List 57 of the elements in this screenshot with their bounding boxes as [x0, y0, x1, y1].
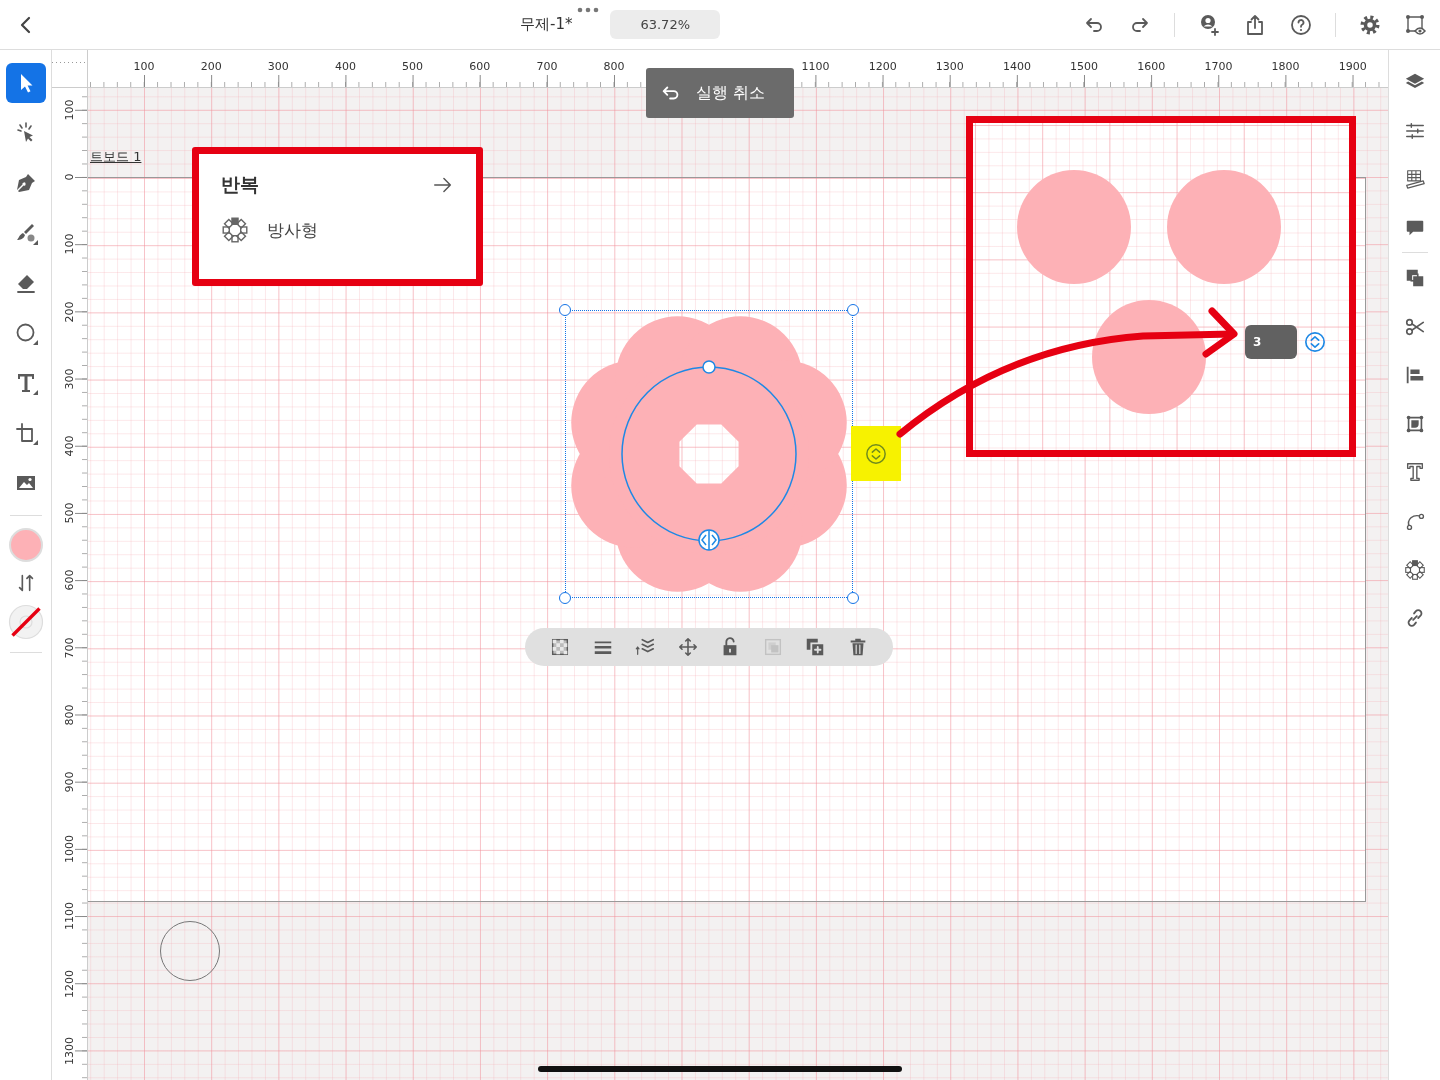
zoom-level[interactable]: 63.72%	[610, 10, 720, 39]
radial-repeat-icon[interactable]	[1403, 558, 1426, 581]
artboard-label[interactable]: 트보드 1	[90, 148, 142, 166]
ruler-label: 400	[334, 60, 356, 73]
artboard-icon	[13, 421, 38, 445]
ruler-label: 900	[62, 771, 76, 793]
ruler-label: 600	[62, 569, 76, 591]
stepper-icon[interactable]	[865, 442, 887, 465]
ruler-label: 100	[62, 99, 76, 121]
ruler-corner	[52, 50, 88, 88]
arrange-icon[interactable]	[634, 636, 657, 658]
stroke-none-swatch-icon[interactable]	[7, 604, 44, 640]
ruler-label: 100	[62, 233, 76, 255]
radial-repeat-icon[interactable]	[221, 216, 249, 244]
ruler-label: 1700	[1204, 60, 1233, 73]
grid-ruler-icon[interactable]	[1403, 168, 1426, 191]
ruler-label: 500	[402, 60, 424, 73]
ruler-label: 500	[62, 502, 76, 524]
stepper-icon[interactable]	[1304, 331, 1326, 353]
ruler-label: 1800	[1271, 60, 1300, 73]
more-icon[interactable]	[576, 6, 601, 13]
ruler-label: 1600	[1137, 60, 1166, 73]
ruler-label: 600	[469, 60, 491, 73]
fill-swatch[interactable]	[8, 528, 43, 562]
ruler-label: 800	[62, 704, 76, 726]
ruler-label: 800	[603, 60, 625, 73]
ruler-label: 300	[62, 368, 76, 390]
ruler-label: 100	[133, 60, 155, 73]
undo-toast[interactable]: 실행 취소	[646, 68, 794, 118]
ruler-label: 1400	[1002, 60, 1031, 73]
ruler-label: 1000	[62, 835, 76, 864]
ruler-label: 1100	[801, 60, 830, 73]
ruler-label: 1500	[1070, 60, 1099, 73]
ruler-label: 1300	[62, 1036, 76, 1065]
ruler-label: 1100	[62, 902, 76, 931]
document-title: 무제-1*	[519, 15, 573, 34]
touch-shortcut-button[interactable]	[160, 921, 220, 981]
help-icon[interactable]	[1289, 12, 1313, 37]
ruler-label: 0	[62, 173, 76, 181]
ruler-label: 700	[536, 60, 558, 73]
tool-button[interactable]	[5, 63, 46, 103]
ruler-label: 1200	[62, 969, 76, 998]
menu-title: 반복	[221, 172, 259, 197]
ruler-label: 1900	[1338, 60, 1367, 73]
ruler-label: 700	[62, 637, 76, 659]
ruler-label: 1300	[935, 60, 964, 73]
split-handle[interactable]	[698, 529, 720, 551]
ruler-label: 300	[267, 60, 289, 73]
ruler-label: 200	[200, 60, 222, 73]
radius-handle[interactable]	[702, 360, 716, 374]
menu-item[interactable]: 방사형	[267, 218, 318, 242]
ruler-label: 200	[62, 301, 76, 323]
preview-icon[interactable]	[1404, 12, 1428, 37]
ruler-label: 1200	[868, 60, 897, 73]
ruler-label: 400	[62, 435, 76, 457]
move-icon[interactable]	[676, 636, 699, 658]
count-field[interactable]: 3	[1245, 325, 1297, 359]
